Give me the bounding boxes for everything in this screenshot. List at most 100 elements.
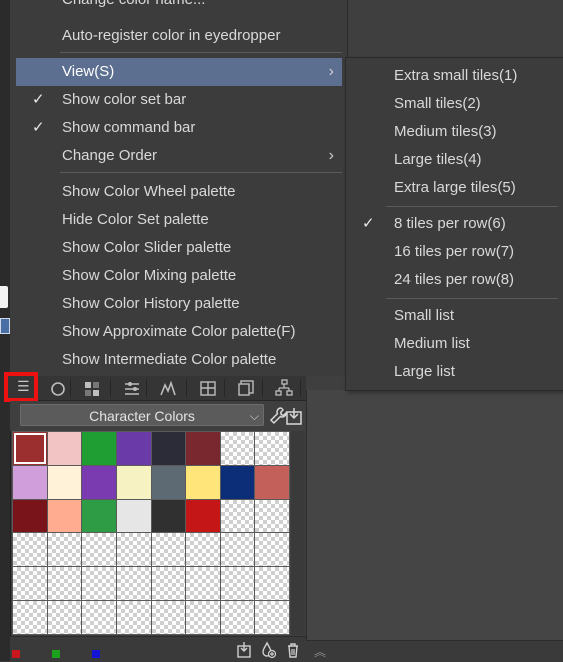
color-swatch[interactable]: [47, 432, 82, 465]
menu-item[interactable]: Show Intermediate Color palette: [16, 346, 342, 374]
submenu-item[interactable]: Small list: [346, 302, 563, 330]
empty-swatch[interactable]: [255, 533, 289, 567]
menu-separator: [60, 172, 342, 173]
empty-swatch[interactable]: [82, 533, 116, 567]
palette-tab[interactable]: [266, 379, 301, 397]
palette-tab[interactable]: [114, 379, 147, 397]
submenu-item[interactable]: 24 tiles per row(8): [346, 266, 563, 294]
submenu-item[interactable]: Extra small tiles(1): [346, 62, 563, 90]
grid-scrollbar[interactable]: [291, 431, 305, 635]
palette-menu-button[interactable]: ☰: [4, 372, 38, 402]
menu-item[interactable]: Auto-register color in eyedropper: [16, 22, 342, 50]
submenu-item[interactable]: Medium list: [346, 330, 563, 358]
empty-swatch[interactable]: [220, 499, 255, 533]
color-swatch[interactable]: [255, 465, 289, 499]
empty-swatch[interactable]: [82, 567, 116, 601]
menu-item[interactable]: Show Color History palette: [16, 290, 342, 318]
empty-swatch[interactable]: [151, 567, 186, 601]
menu-item-label: Auto-register color in eyedropper: [62, 27, 281, 44]
empty-swatch[interactable]: [186, 567, 220, 601]
palette-tab[interactable]: [190, 379, 225, 397]
menu-item[interactable]: Show Approximate Color palette(F): [16, 318, 342, 346]
menu-item[interactable]: Show Color Slider palette: [16, 234, 342, 262]
empty-swatch[interactable]: [220, 432, 255, 465]
color-swatch[interactable]: [151, 465, 186, 499]
checkmark-icon: ✓: [32, 91, 45, 108]
menu-item[interactable]: View(S) ›: [16, 58, 342, 86]
color-swatch[interactable]: [82, 432, 116, 465]
menu-item[interactable]: Show Color Wheel palette: [16, 178, 342, 206]
empty-swatch[interactable]: [151, 533, 186, 567]
empty-swatch[interactable]: [186, 601, 220, 634]
color-swatch[interactable]: [47, 499, 82, 533]
color-swatch[interactable]: [186, 432, 220, 465]
color-swatch[interactable]: [186, 465, 220, 499]
empty-swatch[interactable]: [13, 567, 47, 601]
color-swatch[interactable]: [13, 432, 47, 465]
palette-tab[interactable]: [150, 379, 187, 397]
delete-color-icon[interactable]: [284, 641, 302, 659]
empty-swatch[interactable]: [255, 499, 289, 533]
empty-swatch[interactable]: [220, 567, 255, 601]
empty-swatch[interactable]: [186, 533, 220, 567]
submenu-item[interactable]: Medium tiles(3): [346, 118, 563, 146]
submenu-item[interactable]: Small tiles(2): [346, 90, 563, 118]
empty-swatch[interactable]: [13, 533, 47, 567]
empty-swatch[interactable]: [255, 601, 289, 634]
empty-swatch[interactable]: [116, 533, 151, 567]
submenu-item-label: 16 tiles per row(7): [394, 243, 515, 260]
menu-item[interactable]: Change color name...: [16, 0, 342, 14]
add-color-icon[interactable]: [259, 641, 277, 659]
submenu-item[interactable]: 16 tiles per row(7): [346, 238, 563, 266]
empty-swatch[interactable]: [255, 567, 289, 601]
submenu-item[interactable]: Large tiles(4): [346, 146, 563, 174]
color-swatch[interactable]: [151, 432, 186, 465]
menu-item[interactable]: ✓ Show command bar: [16, 114, 342, 142]
palette-tab[interactable]: [40, 379, 71, 397]
empty-swatch[interactable]: [47, 601, 82, 634]
color-swatch[interactable]: [82, 499, 116, 533]
hamburger-menu-icon: ☰: [17, 378, 30, 394]
submenu-item[interactable]: ✓ 8 tiles per row(6): [346, 210, 563, 238]
color-swatch[interactable]: [116, 465, 151, 499]
color-swatch[interactable]: [151, 499, 186, 533]
menu-item-label: Show Color History palette: [62, 295, 240, 312]
menu-item[interactable]: Show Color Mixing palette: [16, 262, 342, 290]
submenu-item-label: 24 tiles per row(8): [394, 271, 515, 288]
empty-swatch[interactable]: [255, 432, 289, 465]
checkmark-icon: ✓: [362, 215, 375, 232]
menu-item[interactable]: Change Order ›: [16, 142, 342, 170]
empty-swatch[interactable]: [116, 567, 151, 601]
palette-tab[interactable]: [74, 379, 111, 397]
submenu-item[interactable]: Large list: [346, 358, 563, 386]
empty-swatch[interactable]: [220, 601, 255, 634]
empty-swatch[interactable]: [13, 601, 47, 634]
collapse-up-icon[interactable]: ︽: [314, 643, 326, 660]
submenu-item-label: Large tiles(4): [394, 151, 482, 168]
menu-item-label: Change color name...: [62, 0, 205, 14]
menu-item[interactable]: Hide Color Set palette: [16, 206, 342, 234]
empty-swatch[interactable]: [151, 601, 186, 634]
menu-item[interactable]: ✓ Show color set bar: [16, 86, 342, 114]
color-swatch[interactable]: [116, 499, 151, 533]
empty-swatch[interactable]: [47, 533, 82, 567]
color-swatch[interactable]: [116, 432, 151, 465]
empty-swatch[interactable]: [116, 601, 151, 634]
color-swatch[interactable]: [13, 499, 47, 533]
import-set-icon[interactable]: [236, 641, 254, 659]
color-swatch[interactable]: [186, 499, 220, 533]
color-swatch[interactable]: [220, 465, 255, 499]
palette-tab[interactable]: [228, 379, 263, 397]
menu-item-label: Hide Color Set palette: [62, 211, 209, 228]
empty-swatch[interactable]: [47, 567, 82, 601]
color-swatch[interactable]: [13, 465, 47, 499]
left-toggle-edge[interactable]: [0, 318, 10, 334]
color-swatch[interactable]: [82, 465, 116, 499]
submenu-item[interactable]: Extra large tiles(5): [346, 174, 563, 202]
empty-swatch[interactable]: [220, 533, 255, 567]
left-input-edge[interactable]: [0, 286, 8, 308]
empty-swatch[interactable]: [82, 601, 116, 634]
import-icon[interactable]: [284, 406, 304, 426]
color-swatch[interactable]: [47, 465, 82, 499]
color-set-select[interactable]: Character Colors ⌵: [20, 404, 264, 426]
